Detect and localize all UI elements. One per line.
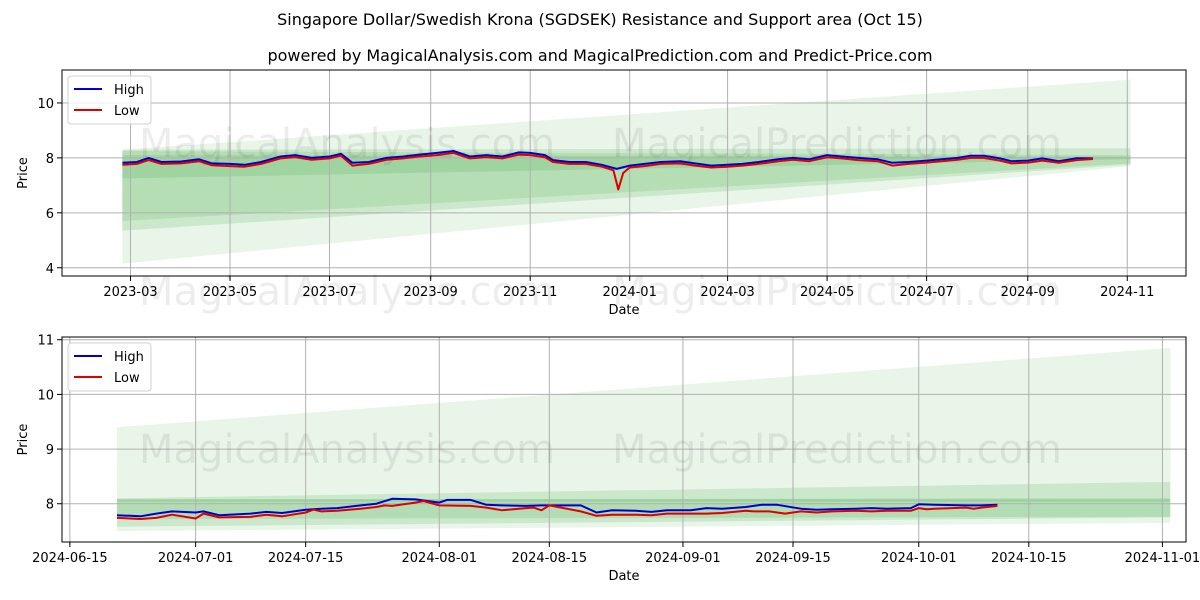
x-tick-label: 2024-11-01 bbox=[1125, 551, 1200, 566]
x-tick-label: 2024-09-15 bbox=[755, 551, 831, 566]
y-tick-label: 11 bbox=[37, 334, 54, 349]
x-tick-label: 2024-07-01 bbox=[158, 551, 234, 566]
y-tick-label: 4 bbox=[46, 262, 54, 277]
legend: High Low bbox=[67, 75, 152, 125]
resistance-line bbox=[117, 499, 1171, 502]
x-tick-label: 2024-08-01 bbox=[402, 551, 478, 566]
chart-panel-2: 2024-06-15 2024-07-01 2024-07-15 2024-08-01… bbox=[16, 334, 1200, 584]
legend-label-high: High bbox=[114, 83, 144, 98]
x-tick-label: 2024-10-01 bbox=[881, 551, 957, 566]
x-tick-label: 2024-07-15 bbox=[268, 551, 344, 566]
legend-label-low: Low bbox=[114, 104, 140, 119]
y-tick-label: 8 bbox=[46, 498, 54, 513]
watermark-analysis: MagicalAnalysis.com bbox=[139, 427, 555, 473]
legend-label-high: High bbox=[114, 350, 144, 365]
watermark-analysis: MagicalAnalysis.com bbox=[139, 269, 555, 315]
x-tick-label: 2024-06-15 bbox=[32, 551, 108, 566]
support-resistance-bands bbox=[122, 79, 1131, 264]
y-tick-label: 6 bbox=[46, 207, 54, 222]
legend: High Low bbox=[67, 342, 152, 392]
watermark-prediction: MagicalPrediction.com bbox=[612, 427, 1062, 473]
y-tick-label: 10 bbox=[37, 388, 54, 403]
watermark-prediction: MagicalPrediction.com bbox=[612, 269, 1062, 315]
x-tick-label: 2024-09-01 bbox=[645, 551, 721, 566]
y-axis-label: Price bbox=[16, 157, 31, 189]
legend-label-low: Low bbox=[114, 371, 140, 386]
x-axis-label: Date bbox=[608, 569, 639, 584]
y-tick-label: 9 bbox=[46, 443, 54, 458]
y-tick-label: 8 bbox=[46, 152, 54, 167]
y-tick-label: 10 bbox=[37, 97, 54, 112]
charts-canvas: 2023-03 2023-05 2023-07 2023-09 2023-11 2024-… bbox=[16, 69, 1200, 584]
x-tick-label: 2024-08-15 bbox=[512, 551, 588, 566]
x-tick-label: 2024-10-15 bbox=[991, 551, 1067, 566]
y-axis-label: Price bbox=[16, 424, 31, 456]
x-tick-label: 2024-11 bbox=[1100, 285, 1154, 300]
